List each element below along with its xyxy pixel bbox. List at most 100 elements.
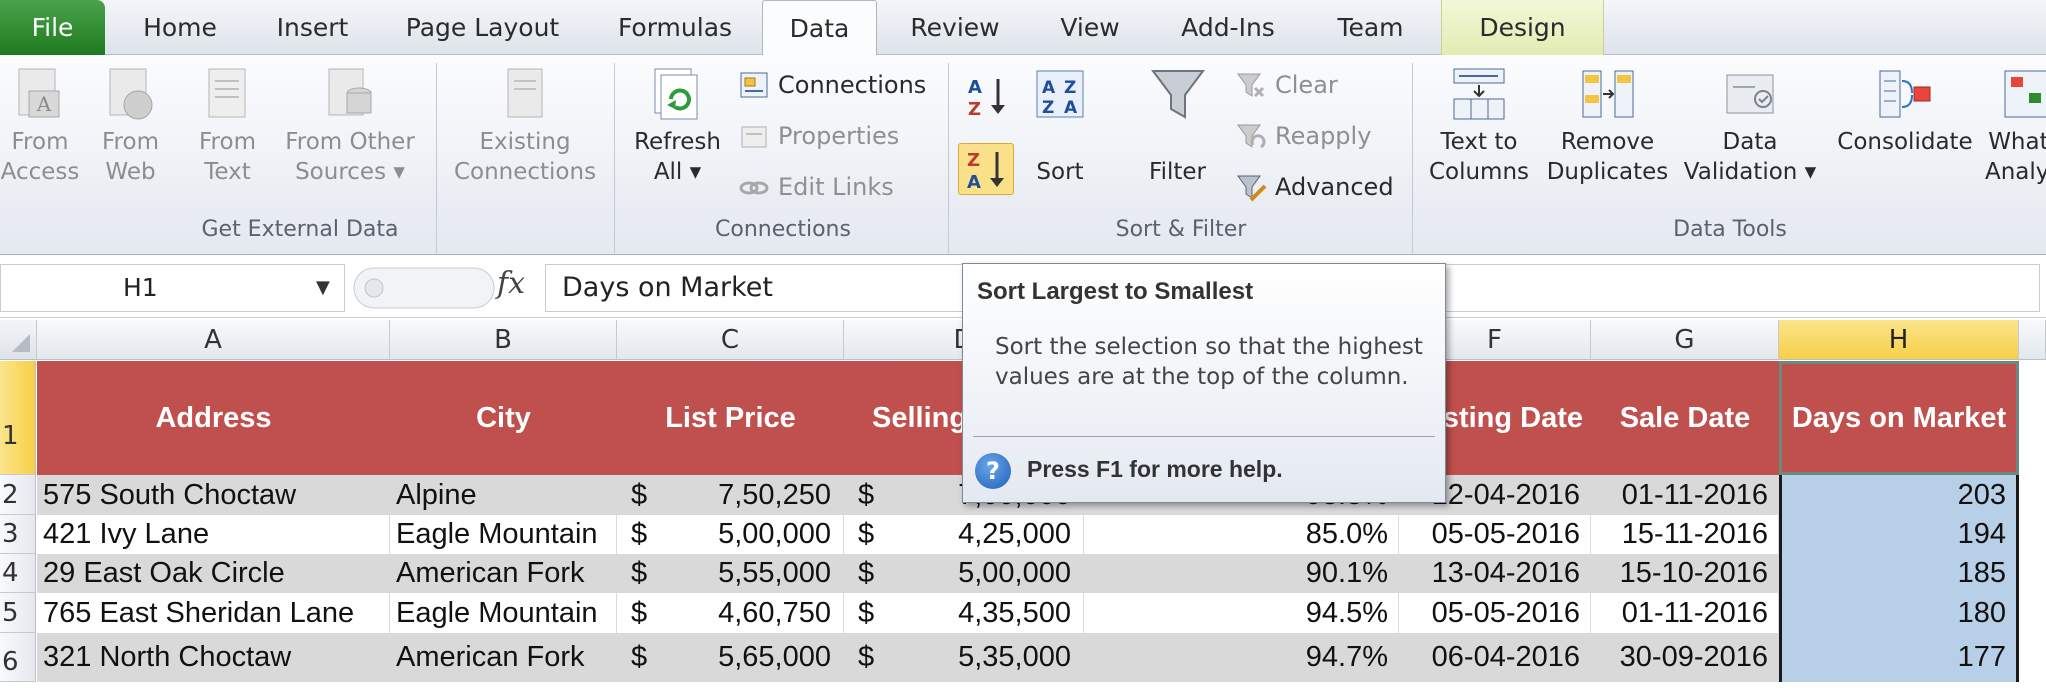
refresh-all-button[interactable]: Refresh All ▾ bbox=[625, 65, 730, 187]
sort-button[interactable]: A Z Z A Sort bbox=[1020, 65, 1100, 187]
formula-bar-handle-icon[interactable] bbox=[352, 264, 502, 312]
properties-button[interactable]: Properties bbox=[738, 116, 899, 156]
reapply-button[interactable]: Reapply bbox=[1235, 116, 1371, 156]
empty-cell[interactable] bbox=[2019, 361, 2046, 475]
column-header-c[interactable]: C bbox=[617, 320, 844, 360]
column-header-a[interactable]: A bbox=[37, 320, 390, 360]
cell-value: American Fork bbox=[396, 641, 585, 673]
row-header-1[interactable]: 1 bbox=[0, 361, 36, 475]
cell-listing[interactable]: 05-05-2016 bbox=[1399, 593, 1591, 633]
cell-city[interactable]: Eagle Mountain bbox=[390, 515, 617, 554]
cell-listing[interactable]: 05-05-2016 bbox=[1399, 515, 1591, 554]
remove-duplicates-button[interactable]: Remove Duplicates bbox=[1540, 65, 1675, 187]
cell-sell[interactable]: $5,00,000 bbox=[844, 554, 1084, 593]
cell-city[interactable]: Alpine bbox=[390, 475, 617, 515]
cell-listing[interactable]: 06-04-2016 bbox=[1399, 633, 1591, 682]
cell-pct[interactable]: 94.7% bbox=[1084, 633, 1399, 682]
data-validation-button[interactable]: Data Validation ▾ bbox=[1680, 65, 1820, 187]
tab-add-ins[interactable]: Add-Ins bbox=[1163, 0, 1293, 55]
tab-review[interactable]: Review bbox=[895, 0, 1015, 55]
edit-links-button[interactable]: Edit Links bbox=[738, 167, 894, 207]
cell-address[interactable]: 765 East Sheridan Lane bbox=[37, 593, 390, 633]
cell-value: Eagle Mountain bbox=[396, 518, 598, 550]
cell-days[interactable]: 180 bbox=[1779, 593, 2019, 633]
sort-a-to-z-button[interactable]: A Z bbox=[958, 73, 1016, 123]
cell-address[interactable]: 29 East Oak Circle bbox=[37, 554, 390, 593]
advanced-label: Advanced bbox=[1275, 173, 1394, 201]
cell-list[interactable]: $5,65,000 bbox=[617, 633, 844, 682]
name-box-dropdown-icon[interactable]: ▼ bbox=[316, 265, 330, 311]
connections-icon bbox=[740, 72, 768, 98]
cell-listing[interactable]: 13-04-2016 bbox=[1399, 554, 1591, 593]
from-access-button[interactable]: A From Access bbox=[0, 65, 80, 187]
cell-sale[interactable]: 01-11-2016 bbox=[1591, 475, 1779, 515]
cell-list[interactable]: $5,55,000 bbox=[617, 554, 844, 593]
what-if-label-2: Analysis bbox=[1985, 159, 2046, 185]
header-cell-list-price[interactable]: List Price bbox=[617, 361, 844, 475]
cell-address[interactable]: 321 North Choctaw bbox=[37, 633, 390, 682]
cell-city[interactable]: American Fork bbox=[390, 633, 617, 682]
from-other-sources-button[interactable]: From Other Sources ▾ bbox=[280, 65, 420, 187]
what-if-analysis-button[interactable]: What-If Analysis bbox=[1985, 65, 2046, 187]
cell-days[interactable]: 194 bbox=[1779, 515, 2019, 554]
tab-view[interactable]: View bbox=[1030, 0, 1150, 55]
cell-days[interactable]: 203 bbox=[1779, 475, 2019, 515]
ribbon: A From Access From Web From Text From Ot… bbox=[0, 55, 2046, 255]
header-cell-address[interactable]: Address bbox=[37, 361, 390, 475]
cell-sale[interactable]: 30-09-2016 bbox=[1591, 633, 1779, 682]
cell-sale[interactable]: 15-10-2016 bbox=[1591, 554, 1779, 593]
cell-list[interactable]: $4,60,750 bbox=[617, 593, 844, 633]
cell-pct[interactable]: 94.5% bbox=[1084, 593, 1399, 633]
cell-sell[interactable]: $4,25,000 bbox=[844, 515, 1084, 554]
clear-filter-button[interactable]: Clear bbox=[1235, 65, 1338, 105]
insert-function-icon[interactable]: fx bbox=[497, 266, 525, 301]
row-header-5[interactable]: 5 bbox=[0, 593, 36, 633]
tab-insert[interactable]: Insert bbox=[255, 0, 370, 55]
cell-city[interactable]: American Fork bbox=[390, 554, 617, 593]
existing-connections-button[interactable]: Existing Connections bbox=[445, 65, 605, 187]
tab-page-layout[interactable]: Page Layout bbox=[395, 0, 570, 55]
consolidate-button[interactable]: Consolidate bbox=[1830, 65, 1980, 157]
tab-data[interactable]: Data bbox=[762, 0, 877, 56]
cell-days[interactable]: 185 bbox=[1779, 554, 2019, 593]
text-to-columns-button[interactable]: Text to Columns bbox=[1425, 65, 1533, 187]
tab-home[interactable]: Home bbox=[120, 0, 240, 55]
tab-design[interactable]: Design bbox=[1441, 0, 1604, 55]
header-cell-city[interactable]: City bbox=[390, 361, 617, 475]
row-header-6[interactable]: 6 bbox=[0, 633, 36, 682]
column-header-b[interactable]: B bbox=[390, 320, 617, 360]
name-box[interactable]: H1 ▼ bbox=[0, 264, 345, 312]
row-header-2[interactable]: 2 bbox=[0, 475, 36, 515]
empty-column-cells[interactable] bbox=[2019, 475, 2046, 682]
from-text-button[interactable]: From Text bbox=[185, 65, 270, 187]
select-all-corner[interactable] bbox=[0, 320, 37, 360]
cell-city[interactable]: Eagle Mountain bbox=[390, 593, 617, 633]
cell-pct[interactable]: 90.1% bbox=[1084, 554, 1399, 593]
cell-list[interactable]: $5,00,000 bbox=[617, 515, 844, 554]
from-web-button[interactable]: From Web bbox=[88, 65, 173, 187]
filter-button[interactable]: Filter bbox=[1130, 65, 1225, 187]
column-header-g[interactable]: G bbox=[1591, 320, 1779, 360]
cell-sell[interactable]: $5,35,000 bbox=[844, 633, 1084, 682]
cell-list[interactable]: $7,50,250 bbox=[617, 475, 844, 515]
column-header-i[interactable] bbox=[2019, 320, 2046, 360]
cell-address[interactable]: 575 South Choctaw bbox=[37, 475, 390, 515]
row-header-4[interactable]: 4 bbox=[0, 554, 36, 593]
tab-file[interactable]: File bbox=[0, 0, 105, 55]
column-header-h[interactable]: H bbox=[1779, 320, 2019, 360]
connections-button[interactable]: Connections bbox=[738, 65, 926, 105]
tab-team[interactable]: Team bbox=[1308, 0, 1433, 55]
tab-formulas[interactable]: Formulas bbox=[600, 0, 750, 55]
sort-largest-to-smallest-button[interactable]: Z A bbox=[958, 143, 1014, 195]
cell-sale[interactable]: 15-11-2016 bbox=[1591, 515, 1779, 554]
advanced-filter-button[interactable]: Advanced bbox=[1235, 167, 1394, 207]
cell-sell[interactable]: $4,35,500 bbox=[844, 593, 1084, 633]
header-cell-days-on-market[interactable]: Days on Market bbox=[1779, 361, 2019, 475]
header-cell-sale-date[interactable]: Sale Date bbox=[1591, 361, 1779, 475]
cell-sale[interactable]: 01-11-2016 bbox=[1591, 593, 1779, 633]
row-header-3[interactable]: 3 bbox=[0, 515, 36, 554]
filter-label: Filter bbox=[1149, 159, 1206, 185]
cell-days[interactable]: 177 bbox=[1779, 633, 2019, 682]
cell-pct[interactable]: 85.0% bbox=[1084, 515, 1399, 554]
cell-address[interactable]: 421 Ivy Lane bbox=[37, 515, 390, 554]
